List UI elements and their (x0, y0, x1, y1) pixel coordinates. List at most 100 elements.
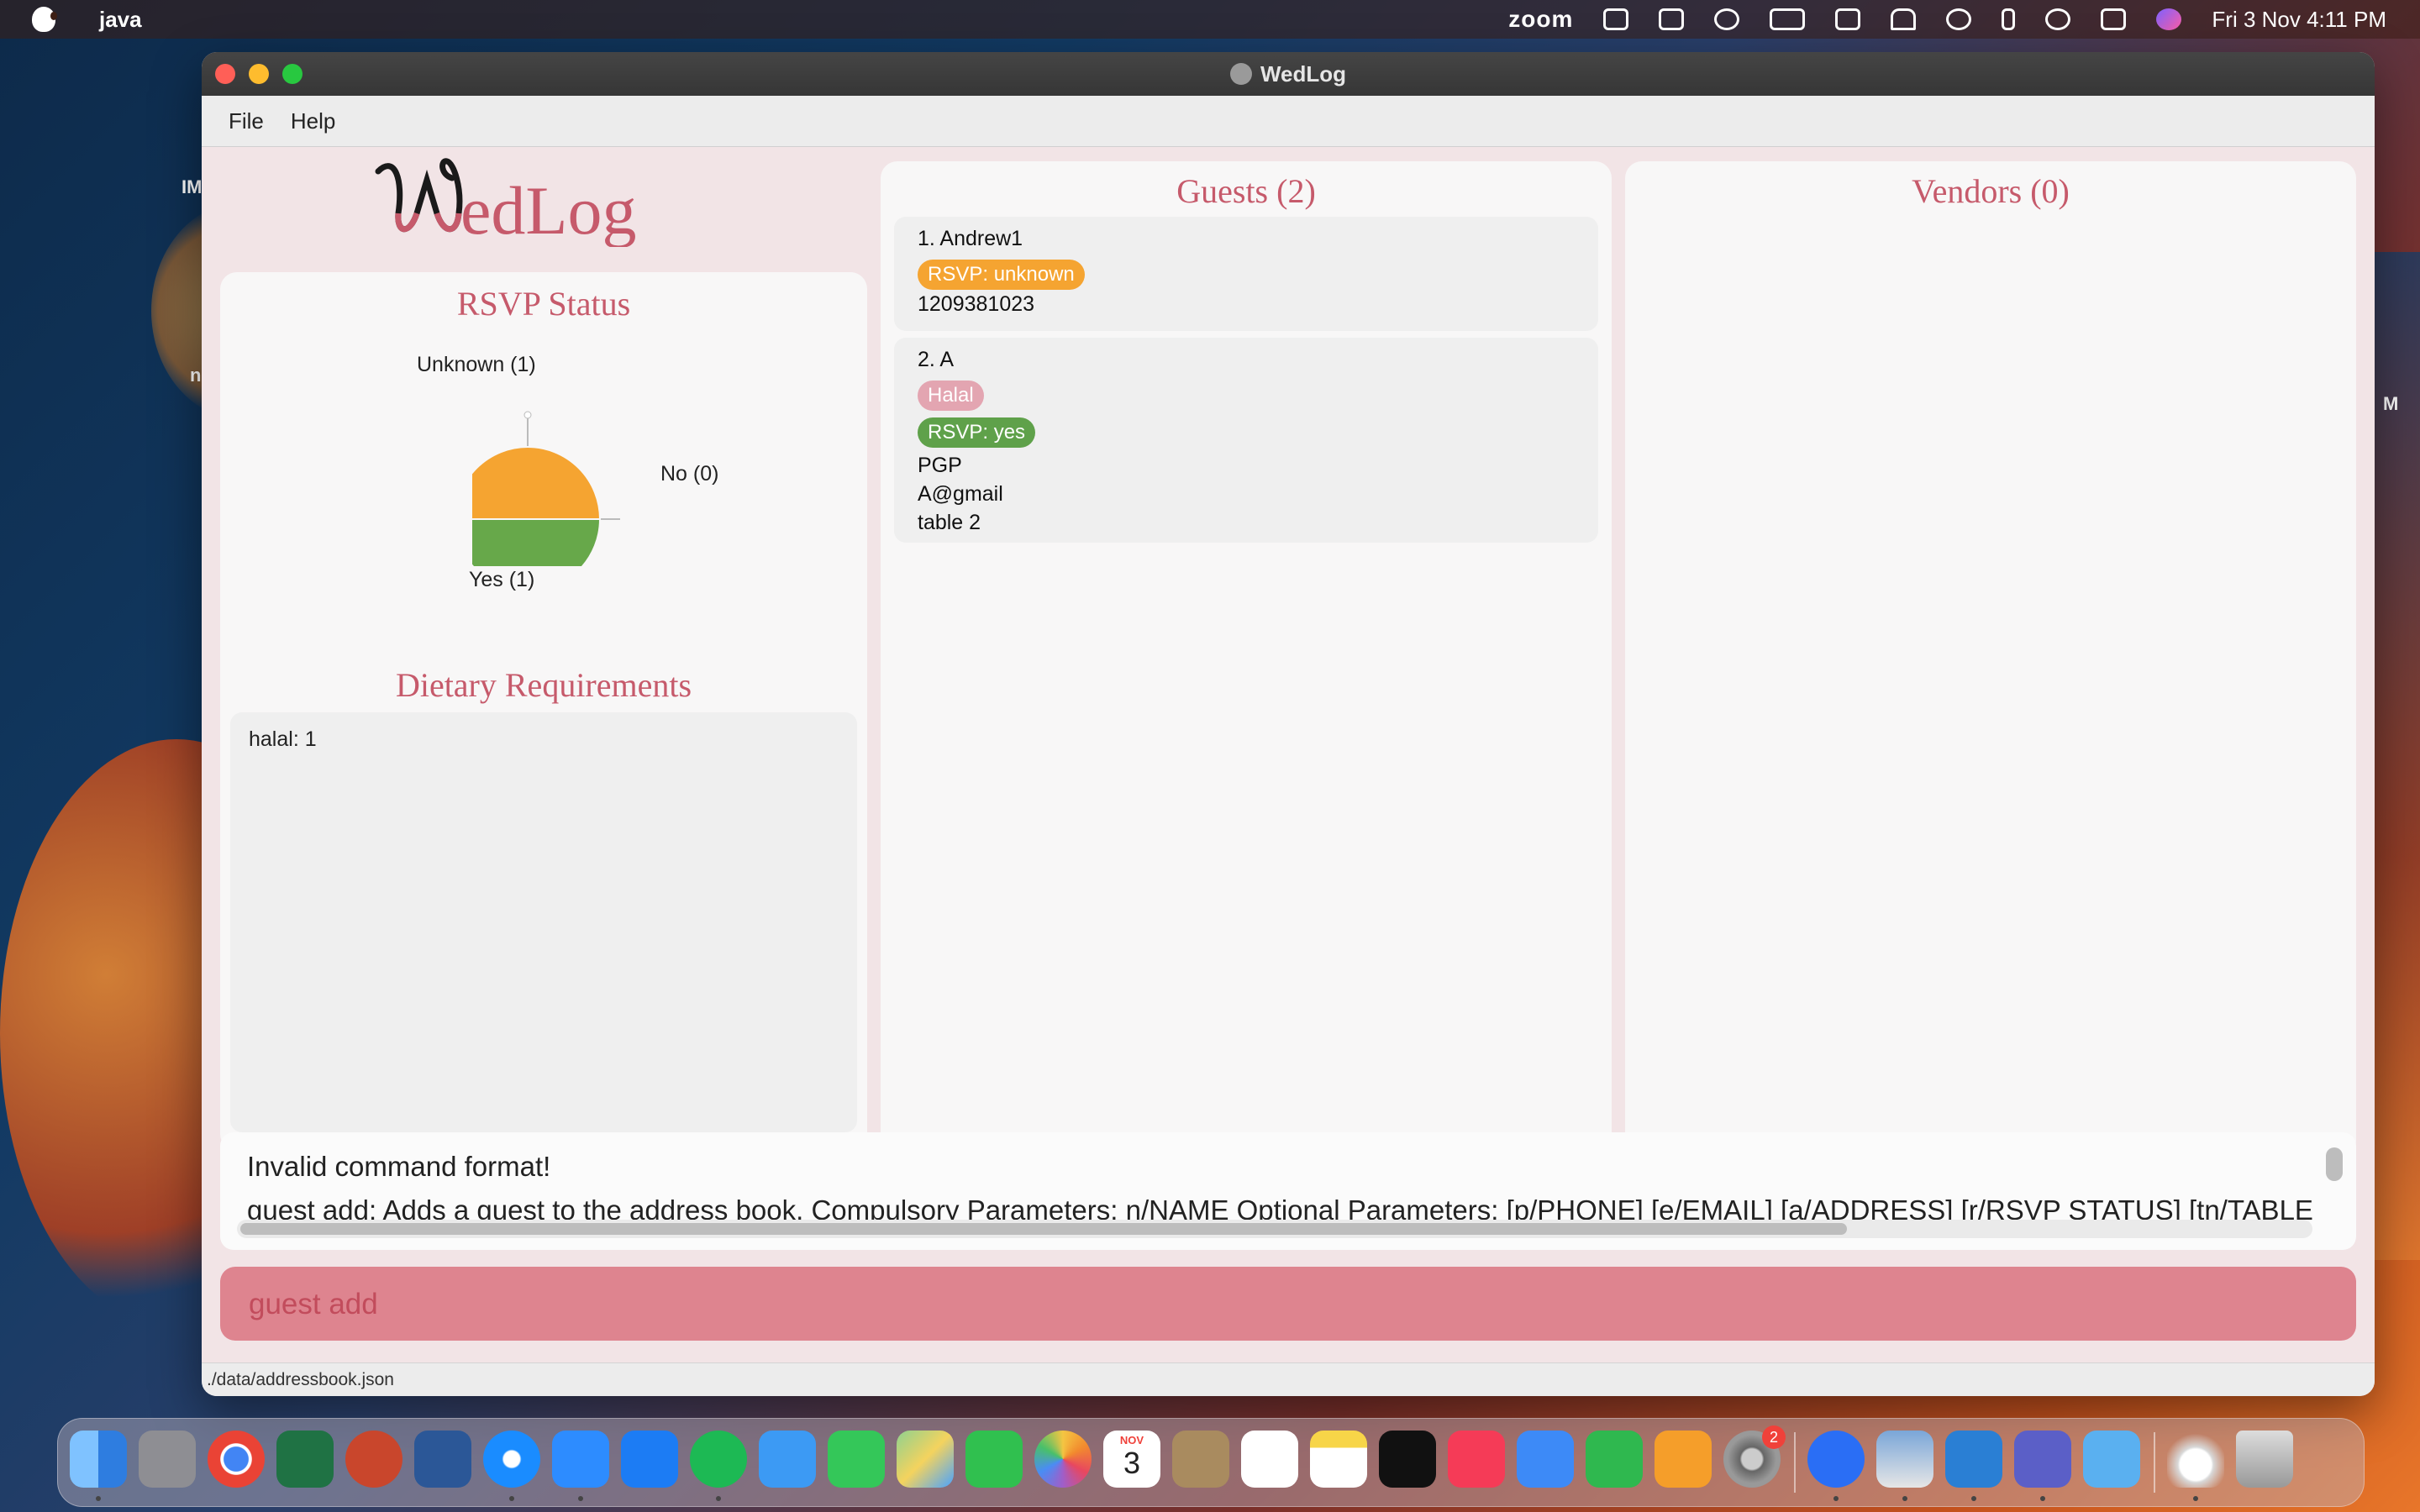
excel-icon[interactable] (276, 1431, 334, 1488)
dietary-item: halal: 1 (249, 727, 317, 751)
battery-icon[interactable] (1770, 8, 1806, 30)
pie-label-yes: Yes (1) (469, 568, 535, 591)
dietary-badge: Halal (918, 381, 984, 411)
facetime-icon[interactable] (965, 1431, 1023, 1488)
zoom-menu-item[interactable]: zoom (1508, 6, 1573, 33)
powerpoint-icon[interactable] (345, 1431, 402, 1488)
pie-slices (472, 446, 602, 566)
wedlog-logo: edLog (375, 158, 636, 247)
dietary-requirements-panel: Dietary Requirements halal: 1 (220, 654, 867, 1151)
running-indicator (96, 1496, 101, 1501)
wifi-icon[interactable] (1946, 8, 1972, 30)
siri-icon[interactable] (2156, 8, 2182, 30)
notes-icon[interactable] (1310, 1431, 1367, 1488)
safari-icon[interactable] (483, 1431, 540, 1488)
desktop-item-label: n (190, 365, 202, 386)
teams-icon[interactable] (2014, 1431, 2071, 1488)
moon-icon[interactable] (1714, 8, 1740, 30)
folder-icon[interactable] (2083, 1431, 2140, 1488)
app-store-icon[interactable] (621, 1431, 678, 1488)
guest-phone: 1209381023 (918, 292, 1035, 316)
messages-icon[interactable] (828, 1431, 885, 1488)
status-area: zoom Fri 3 Nov 4:11 PM (1508, 0, 2386, 39)
search-icon[interactable] (2045, 8, 2071, 30)
apple-tv-icon[interactable] (1379, 1431, 1436, 1488)
pie-slice-yes (472, 518, 602, 566)
finder-icon[interactable] (70, 1431, 127, 1488)
guests-panel: Guests (2) 1. Andrew1 RSVP: unknown 1209… (881, 161, 1612, 1158)
display-icon[interactable] (1835, 8, 1861, 30)
dietary-list[interactable]: halal: 1 (230, 712, 857, 1132)
zoom-icon[interactable] (552, 1431, 609, 1488)
rsvp-badge: RSVP: unknown (918, 260, 1085, 290)
calendar-icon[interactable]: NOV 3 (1103, 1431, 1160, 1488)
maps-icon[interactable] (897, 1431, 954, 1488)
apple-icon[interactable] (32, 7, 57, 32)
java-coffee-icon[interactable] (2167, 1431, 2224, 1488)
keynote-icon[interactable] (1517, 1431, 1574, 1488)
grid-icon[interactable] (1603, 8, 1629, 30)
zoom-window-button[interactable] (282, 64, 302, 84)
pages-icon[interactable] (1655, 1431, 1712, 1488)
active-app-name[interactable]: java (99, 7, 142, 33)
result-display[interactable]: Invalid command format! guest add: Adds … (220, 1132, 2356, 1250)
spotify-icon[interactable] (690, 1431, 747, 1488)
horizontal-scrollbar[interactable] (237, 1220, 2312, 1238)
trash-icon[interactable] (2236, 1431, 2293, 1488)
running-indicator (578, 1496, 583, 1501)
launchpad-icon[interactable] (139, 1431, 196, 1488)
result-usage: guest add: Adds a guest to the address b… (247, 1194, 2314, 1220)
os-menubar: java zoom Fri 3 Nov 4:11 PM (0, 0, 2420, 39)
mail-icon[interactable] (759, 1431, 816, 1488)
airpods-icon[interactable] (1891, 8, 1917, 30)
menu-file[interactable]: File (229, 108, 264, 134)
guest-card[interactable]: 1. Andrew1 RSVP: unknown 1209381023 (894, 217, 1598, 331)
vertical-scrollbar[interactable] (2326, 1147, 2343, 1181)
app-menubar: File Help (202, 96, 2375, 147)
running-indicator (2040, 1496, 2045, 1501)
rsvp-status-title: RSVP Status (456, 285, 631, 323)
pie-label-unknown: Unknown (1) (417, 353, 536, 376)
preview-icon[interactable] (1876, 1431, 1933, 1488)
running-indicator (2193, 1496, 2198, 1501)
dock-separator (2154, 1432, 2155, 1493)
running-indicator (1971, 1496, 1976, 1501)
minimize-window-button[interactable] (249, 64, 269, 84)
running-indicator (716, 1496, 721, 1501)
running-indicator (1833, 1496, 1839, 1501)
system-settings-icon[interactable]: 2 (1723, 1425, 1786, 1488)
guest-email: A@gmail (918, 482, 1003, 506)
close-window-button[interactable] (215, 64, 235, 84)
contacts-icon[interactable] (1172, 1431, 1229, 1488)
chrome-icon[interactable] (208, 1431, 265, 1488)
word-icon[interactable] (414, 1431, 471, 1488)
bluetooth-icon[interactable] (2002, 8, 2016, 30)
command-box[interactable] (220, 1267, 2356, 1341)
guest-card[interactable]: 2. A Halal RSVP: yes PGP A@gmail table 2 (894, 338, 1598, 543)
scrollbar-thumb[interactable] (240, 1223, 1847, 1235)
numbers-icon[interactable] (1586, 1431, 1643, 1488)
vscode-icon[interactable] (1945, 1431, 2002, 1488)
command-input[interactable] (247, 1278, 2267, 1331)
rsvp-pie-chart (472, 411, 620, 566)
guest-table: table 2 (918, 511, 981, 534)
rsvp-status-panel: RSVP Status Unknown (1) No (0) Yes (1) (220, 272, 867, 690)
window-title: WedLog (1260, 61, 1347, 87)
music-icon[interactable] (1448, 1431, 1505, 1488)
calendar-day: 3 (1123, 1446, 1141, 1480)
menubar-clock[interactable]: Fri 3 Nov 4:11 PM (2212, 7, 2386, 33)
maps-pin-icon[interactable] (1807, 1431, 1865, 1488)
pie-leader-dot (523, 411, 532, 419)
notification-badge: 2 (1762, 1425, 1786, 1449)
dietary-requirements-title: Dietary Requirements (395, 666, 692, 704)
data-file-path: ./data/addressbook.json (207, 1370, 394, 1389)
window-titlebar[interactable]: WedLog (202, 52, 2375, 96)
window-icon[interactable] (1659, 8, 1685, 30)
photos-icon[interactable] (1034, 1431, 1092, 1488)
wedlog-window: WedLog File Help edLog RSVP Status Unkno… (202, 52, 2375, 1396)
menu-help[interactable]: Help (291, 108, 335, 134)
guest-address: PGP (918, 454, 962, 477)
running-indicator (1902, 1496, 1907, 1501)
reminders-icon[interactable] (1241, 1431, 1298, 1488)
control-center-icon[interactable] (2101, 8, 2127, 30)
